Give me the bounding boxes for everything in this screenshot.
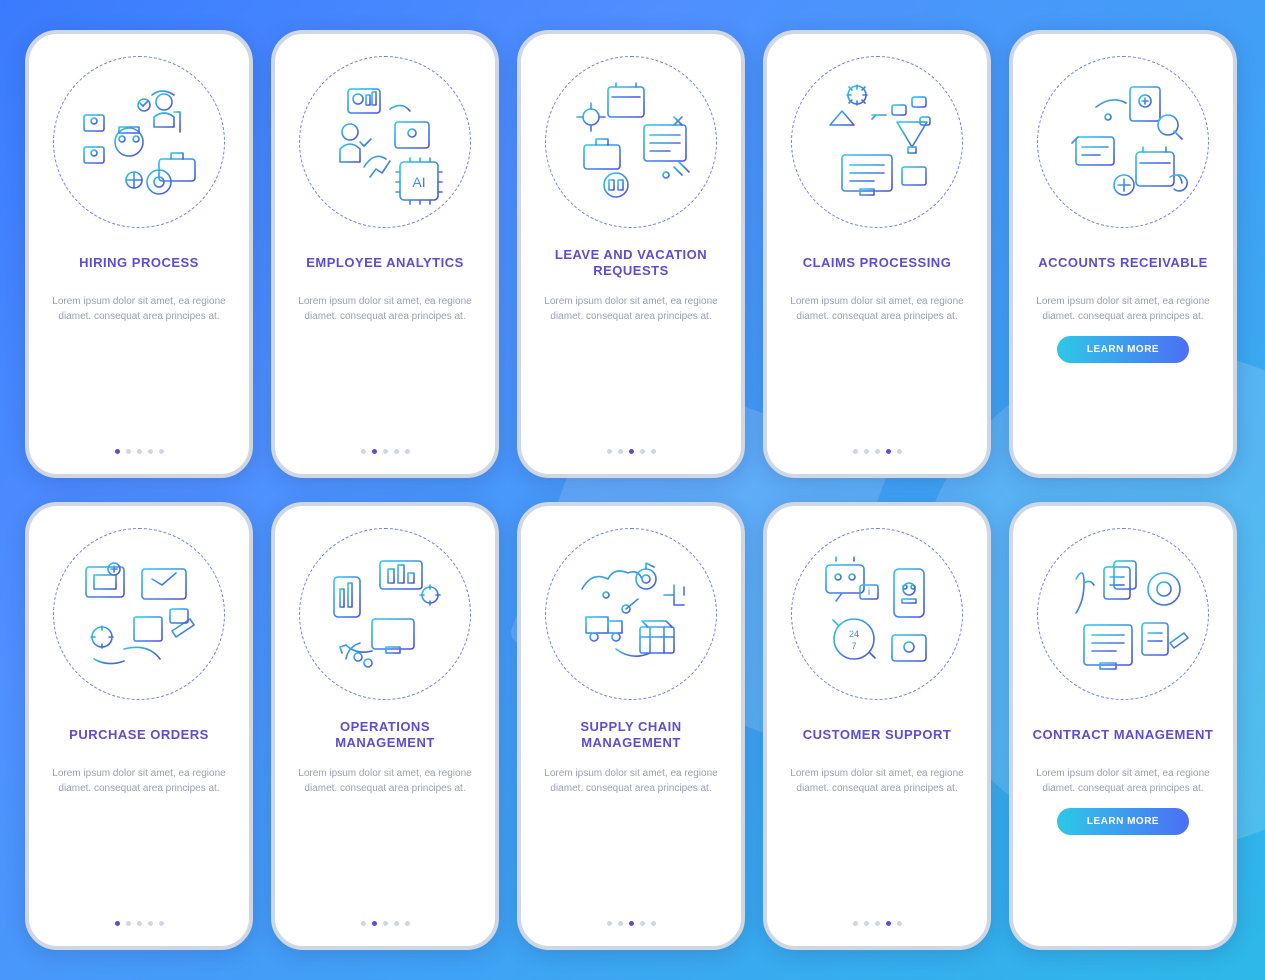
- screen-body-text: Lorem ipsum dolor sit amet, ea regione d…: [1023, 294, 1223, 324]
- screen-body-text: Lorem ipsum dolor sit amet, ea regione d…: [39, 294, 239, 324]
- pagination-dot[interactable]: [853, 921, 858, 926]
- pagination-dot[interactable]: [372, 921, 377, 926]
- contract-illustration-icon: [1037, 528, 1209, 700]
- pagination-dot[interactable]: [651, 921, 656, 926]
- phone-screen: 24 7 i CUSTOMER SUPPORT Lorem ipsum dolor …: [763, 502, 991, 950]
- svg-text:24: 24: [849, 629, 859, 639]
- operations-illustration-icon: [299, 528, 471, 700]
- pagination-dot[interactable]: [383, 449, 388, 454]
- phone-screen: LEAVE AND VACATION REQUESTS Lorem ipsum d…: [517, 30, 745, 478]
- pagination-dot[interactable]: [640, 449, 645, 454]
- phone-screen: AI EMPLOYEE ANALYTICS Lorem ipsum dolor s…: [271, 30, 499, 478]
- pagination-dots: [361, 431, 410, 460]
- pagination-dot[interactable]: [618, 921, 623, 926]
- claims-illustration-icon: [791, 56, 963, 228]
- pagination-dot[interactable]: [159, 449, 164, 454]
- pagination-dot[interactable]: [137, 449, 142, 454]
- pagination-dot[interactable]: [897, 449, 902, 454]
- phone-screen: PURCHASE ORDERS Lorem ipsum dolor sit ame…: [25, 502, 253, 950]
- pagination-dot[interactable]: [394, 449, 399, 454]
- screen-title: ACCOUNTS RECEIVABLE: [1034, 246, 1212, 280]
- purchase-illustration-icon: [53, 528, 225, 700]
- screen-body-text: Lorem ipsum dolor sit amet, ea regione d…: [1023, 766, 1223, 796]
- screen-title: PURCHASE ORDERS: [65, 718, 213, 752]
- phone-screen: SUPPLY CHAIN MANAGEMENT Lorem ipsum dolor…: [517, 502, 745, 950]
- learn-more-button[interactable]: LEARN MORE: [1057, 336, 1189, 363]
- screen-title: CLAIMS PROCESSING: [799, 246, 956, 280]
- phone-screen: OPERATIONS MANAGEMENT Lorem ipsum dolor s…: [271, 502, 499, 950]
- pagination-dot[interactable]: [875, 449, 880, 454]
- pagination-dots: [853, 431, 902, 460]
- pagination-dots: [361, 903, 410, 932]
- pagination-dot[interactable]: [148, 449, 153, 454]
- pagination-dots: [115, 903, 164, 932]
- phone-screen: HIRING PROCESS Lorem ipsum dolor sit amet…: [25, 30, 253, 478]
- phone-screen: ACCOUNTS RECEIVABLE Lorem ipsum dolor sit…: [1009, 30, 1237, 478]
- support-illustration-icon: 24 7 i: [791, 528, 963, 700]
- pagination-dot[interactable]: [137, 921, 142, 926]
- screen-title: HIRING PROCESS: [75, 246, 203, 280]
- svg-text:7: 7: [851, 641, 856, 651]
- pagination-dot[interactable]: [607, 921, 612, 926]
- screen-title: OPERATIONS MANAGEMENT: [285, 718, 485, 752]
- phone-grid: HIRING PROCESS Lorem ipsum dolor sit amet…: [0, 0, 1265, 980]
- screen-body-text: Lorem ipsum dolor sit amet, ea regione d…: [285, 294, 485, 324]
- screen-body-text: Lorem ipsum dolor sit amet, ea regione d…: [39, 766, 239, 796]
- screen-title: CONTRACT MANAGEMENT: [1029, 718, 1218, 752]
- pagination-dot[interactable]: [361, 921, 366, 926]
- pagination-dot[interactable]: [405, 921, 410, 926]
- pagination-dot[interactable]: [126, 449, 131, 454]
- screen-title: EMPLOYEE ANALYTICS: [302, 246, 468, 280]
- accounts-illustration-icon: [1037, 56, 1209, 228]
- pagination-dots: [853, 903, 902, 932]
- svg-text:AI: AI: [412, 174, 425, 190]
- pagination-dot[interactable]: [405, 449, 410, 454]
- pagination-dot[interactable]: [875, 921, 880, 926]
- analytics-illustration-icon: AI: [299, 56, 471, 228]
- pagination-dot[interactable]: [115, 449, 120, 454]
- screen-body-text: Lorem ipsum dolor sit amet, ea regione d…: [531, 294, 731, 324]
- screen-title: CUSTOMER SUPPORT: [799, 718, 956, 752]
- pagination-dots: [607, 431, 656, 460]
- screen-title: SUPPLY CHAIN MANAGEMENT: [531, 718, 731, 752]
- pagination-dot[interactable]: [864, 921, 869, 926]
- pagination-dot[interactable]: [629, 449, 634, 454]
- pagination-dot[interactable]: [853, 449, 858, 454]
- pagination-dot[interactable]: [148, 921, 153, 926]
- pagination-dot[interactable]: [886, 921, 891, 926]
- pagination-dot[interactable]: [383, 921, 388, 926]
- pagination-dots: [607, 903, 656, 932]
- phone-screen: CONTRACT MANAGEMENT Lorem ipsum dolor sit…: [1009, 502, 1237, 950]
- supplychain-illustration-icon: [545, 528, 717, 700]
- pagination-dot[interactable]: [651, 449, 656, 454]
- screen-title: LEAVE AND VACATION REQUESTS: [531, 246, 731, 280]
- pagination-dots: [115, 431, 164, 460]
- pagination-dot[interactable]: [640, 921, 645, 926]
- svg-text:i: i: [868, 587, 870, 598]
- pagination-dot[interactable]: [159, 921, 164, 926]
- screen-body-text: Lorem ipsum dolor sit amet, ea regione d…: [777, 294, 977, 324]
- hiring-illustration-icon: [53, 56, 225, 228]
- phone-screen: CLAIMS PROCESSING Lorem ipsum dolor sit a…: [763, 30, 991, 478]
- screen-body-text: Lorem ipsum dolor sit amet, ea regione d…: [285, 766, 485, 796]
- pagination-dot[interactable]: [394, 921, 399, 926]
- pagination-dot[interactable]: [618, 449, 623, 454]
- pagination-dot[interactable]: [629, 921, 634, 926]
- pagination-dot[interactable]: [372, 449, 377, 454]
- pagination-dot[interactable]: [126, 921, 131, 926]
- learn-more-button[interactable]: LEARN MORE: [1057, 808, 1189, 835]
- pagination-dot[interactable]: [886, 449, 891, 454]
- pagination-dot[interactable]: [897, 921, 902, 926]
- pagination-dot[interactable]: [607, 449, 612, 454]
- pagination-dot[interactable]: [115, 921, 120, 926]
- vacation-illustration-icon: [545, 56, 717, 228]
- pagination-dot[interactable]: [361, 449, 366, 454]
- pagination-dot[interactable]: [864, 449, 869, 454]
- screen-body-text: Lorem ipsum dolor sit amet, ea regione d…: [531, 766, 731, 796]
- screen-body-text: Lorem ipsum dolor sit amet, ea regione d…: [777, 766, 977, 796]
